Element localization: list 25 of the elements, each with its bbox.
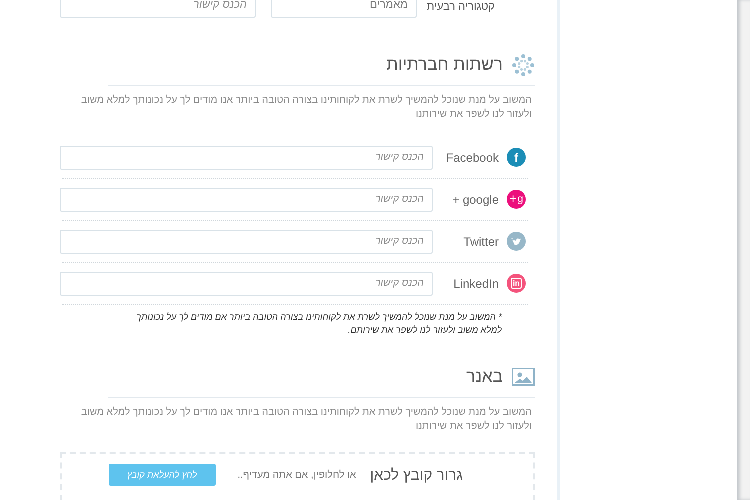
link-field[interactable]: הכנס קישור (60, 230, 433, 254)
network-label: Facebook (445, 150, 499, 164)
section-description: המשוב על מנת שנוכל להמשיך לשרת את לקוחותינו בצורה הטובה ביותר אנו מודים לך על נכונותך למלא משוב ולעזור לנו לשפר את שירותנו (80, 406, 533, 434)
dots-circle-icon (512, 54, 535, 76)
section-title: באנר (466, 367, 503, 387)
link-field[interactable]: הכנס קישור (60, 188, 433, 212)
section-description: המשוב על מנת שנוכל להמשיך לשרת את לקוחותינו בצורה הטובה ביותר אנו מודים לך על נכונותך למלא משוב ולעזור לנו לשפר את שירותנו (80, 94, 533, 122)
image-icon (512, 368, 535, 386)
network-label: Twitter (462, 234, 499, 248)
footnote: * המשוב על מנת שנוכל להמשיך לשרת את לקוחותינו בצורה הטובה ביותר אם מודים לך על נכונותך למלא משוב ולעזור לנו לשפר את שירותם. (136, 311, 502, 337)
network-label: google + (452, 192, 499, 206)
drop-zone-title: גרור קובץ לכאן (370, 466, 463, 486)
link-field[interactable]: הכנס קישור (60, 272, 433, 296)
bird-icon (507, 232, 526, 251)
category-field[interactable]: מאמרים (270, 0, 417, 18)
network-label: LinkedIn (452, 276, 499, 290)
linkedin-icon: in (507, 274, 526, 293)
field-label: קטגוריה רבעית (426, 1, 495, 14)
drop-zone[interactable]: גרור קובץ לכאן או לחלופין, אם אתה מעדיף.. לחץ להעלאת קובץ (60, 452, 535, 500)
facebook-icon: f (507, 148, 526, 167)
alternative-text: או לחלופין, אם אתה מעדיף.. (238, 468, 356, 483)
section-title: רשתות חברתיות (386, 55, 503, 75)
link-field[interactable]: הכנס קישור (60, 0, 256, 18)
google-plus-icon: g+ (507, 190, 526, 209)
link-field[interactable]: הכנס קישור (60, 146, 433, 170)
